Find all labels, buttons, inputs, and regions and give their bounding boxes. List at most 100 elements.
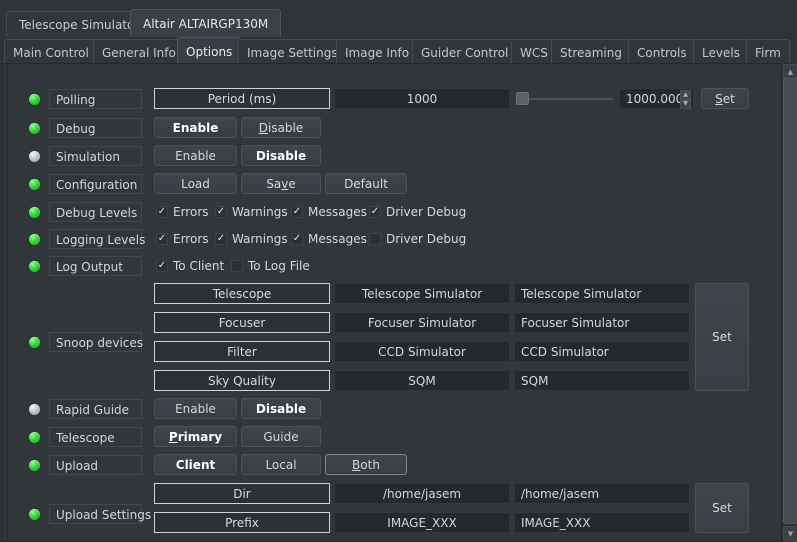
debug-disable-button[interactable]: Disable <box>241 117 321 138</box>
upload-both-button[interactable]: Both <box>325 454 407 475</box>
both-rest-label: oth <box>360 457 380 472</box>
tab-guider-control[interactable]: Guider Control <box>412 39 518 65</box>
debug-levels-led <box>29 206 40 218</box>
checkbox-icon <box>231 260 243 272</box>
polling-period-slider[interactable] <box>516 88 613 109</box>
row-upload-settings: Upload Settings <box>29 504 151 524</box>
snoop-telescope-input[interactable]: Telescope Simulator <box>514 283 690 304</box>
scroll-up-button[interactable]: ▲ <box>783 64 797 79</box>
scrollbar-thumb[interactable] <box>783 78 797 524</box>
row-snoop-devices: Snoop devices <box>29 332 143 352</box>
upload-settings-set-button[interactable]: Set <box>695 483 749 533</box>
checkbox-icon <box>215 206 227 218</box>
checkbox-label: Driver Debug <box>386 205 467 219</box>
logging-levels-warnings-checkbox[interactable]: Warnings <box>215 232 288 246</box>
snoop-filter-input[interactable]: CCD Simulator <box>514 341 690 362</box>
vertical-scrollbar[interactable]: ▲ ▼ <box>781 63 797 541</box>
telescope-primary-button[interactable]: Primary <box>154 426 237 447</box>
tab-firmware[interactable]: Firm <box>746 39 790 65</box>
row-logging-levels: Logging Levels <box>29 229 145 249</box>
logging-levels-errors-checkbox[interactable]: Errors <box>156 232 209 246</box>
row-debug-levels: Debug Levels <box>29 202 142 222</box>
debug-enable-button[interactable]: Enable <box>154 117 237 138</box>
configuration-default-button[interactable]: Default <box>325 173 407 194</box>
telescope-guide-button[interactable]: Guide <box>241 426 321 447</box>
log-output-to-client-checkbox[interactable]: To Client <box>156 259 224 273</box>
snoop-focuser-field-label: Focuser <box>154 312 330 333</box>
upload-led <box>29 459 40 471</box>
tab-label: General Info <box>102 45 176 60</box>
simulation-label: Simulation <box>49 146 142 166</box>
rapid-guide-enable-button[interactable]: Enable <box>154 398 237 419</box>
log-output-led <box>29 260 40 272</box>
snoop-focuser-current-value: Focuser Simulator <box>334 312 510 333</box>
row-rapid-guide: Rapid Guide <box>29 399 142 419</box>
spinbox-up-icon[interactable]: ▲ <box>680 90 691 100</box>
row-configuration: Configuration <box>29 174 142 194</box>
configuration-led <box>29 178 40 190</box>
debug-levels-messages-checkbox[interactable]: Messages <box>291 205 367 219</box>
polling-led <box>29 93 40 105</box>
rapid-guide-label: Rapid Guide <box>49 399 142 419</box>
disable-rest-label: isable <box>267 120 304 135</box>
tab-label: Firm <box>755 45 781 60</box>
rapid-guide-disable-button[interactable]: Disable <box>241 398 321 419</box>
tab-label: Controls <box>637 45 687 60</box>
device-tab-label: Altair ALTAIRGP130M <box>143 16 269 31</box>
snoop-focuser-input[interactable]: Focuser Simulator <box>514 312 690 333</box>
tab-options[interactable]: Options <box>177 37 242 65</box>
logging-levels-label: Logging Levels <box>49 229 145 249</box>
tab-main-control[interactable]: Main Control <box>4 39 98 65</box>
polling-period-spinbox[interactable]: 1000.000 ▲ ▼ <box>619 88 694 109</box>
debug-label: Debug <box>49 118 142 138</box>
tab-image-settings[interactable]: Image Settings <box>238 39 347 65</box>
debug-levels-warnings-checkbox[interactable]: Warnings <box>215 205 288 219</box>
polling-period-field-label: Period (ms) <box>154 88 330 109</box>
row-simulation: Simulation <box>29 146 142 166</box>
device-tab-altair-altairgp130m[interactable]: Altair ALTAIRGP130M <box>130 9 282 37</box>
debug-levels-errors-checkbox[interactable]: Errors <box>156 205 209 219</box>
configuration-label: Configuration <box>49 174 142 194</box>
checkbox-icon <box>369 206 381 218</box>
simulation-enable-button[interactable]: Enable <box>154 145 237 166</box>
telescope-led <box>29 431 40 443</box>
spinbox-down-icon[interactable]: ▼ <box>680 99 691 109</box>
tab-label: Image Info <box>345 45 410 60</box>
snoop-devices-set-button[interactable]: Set <box>695 283 749 391</box>
tab-levels[interactable]: Levels <box>693 39 749 65</box>
configuration-load-button[interactable]: Load <box>154 173 237 194</box>
upload-prefix-input[interactable]: IMAGE_XXX <box>514 512 690 533</box>
tab-controls[interactable]: Controls <box>628 39 696 65</box>
upload-dir-field-label: Dir <box>154 483 330 504</box>
upload-local-button[interactable]: Local <box>241 454 321 475</box>
row-polling: Polling <box>29 89 142 109</box>
tab-general-info[interactable]: General Info <box>93 39 185 65</box>
simulation-disable-button[interactable]: Disable <box>241 145 321 166</box>
logging-levels-driver-debug-checkbox[interactable]: Driver Debug <box>369 232 466 246</box>
upload-dir-input[interactable]: /home/jasem <box>514 483 690 504</box>
configuration-save-button[interactable]: Sa v e <box>241 173 321 194</box>
slider-handle[interactable] <box>516 92 529 105</box>
debug-levels-driver-debug-checkbox[interactable]: Driver Debug <box>369 205 466 219</box>
logging-levels-messages-checkbox[interactable]: Messages <box>291 232 367 246</box>
tab-image-info[interactable]: Image Info <box>336 39 419 65</box>
tab-wcs[interactable]: WCS <box>511 39 557 65</box>
snoop-telescope-current-value: Telescope Simulator <box>334 283 510 304</box>
polling-set-button[interactable]: Set <box>701 88 749 109</box>
checkbox-label: Errors <box>173 232 209 246</box>
checkbox-icon <box>291 233 303 245</box>
snoop-devices-led <box>29 336 40 348</box>
tab-label: Options <box>186 44 233 59</box>
snoop-telescope-field-label: Telescope <box>154 283 330 304</box>
upload-client-button[interactable]: Client <box>154 454 237 475</box>
log-output-to-log-file-checkbox[interactable]: To Log File <box>231 259 310 273</box>
checkbox-icon <box>156 206 168 218</box>
row-telescope: Telescope <box>29 427 142 447</box>
snoop-filter-field-label: Filter <box>154 341 330 362</box>
scroll-down-button[interactable]: ▼ <box>783 526 797 541</box>
tab-streaming[interactable]: Streaming <box>551 39 631 65</box>
snoop-sky-quality-input[interactable]: SQM <box>514 370 690 391</box>
snoop-sky-quality-current-value: SQM <box>334 370 510 391</box>
logging-levels-led <box>29 233 40 245</box>
tab-label: Streaming <box>560 45 622 60</box>
